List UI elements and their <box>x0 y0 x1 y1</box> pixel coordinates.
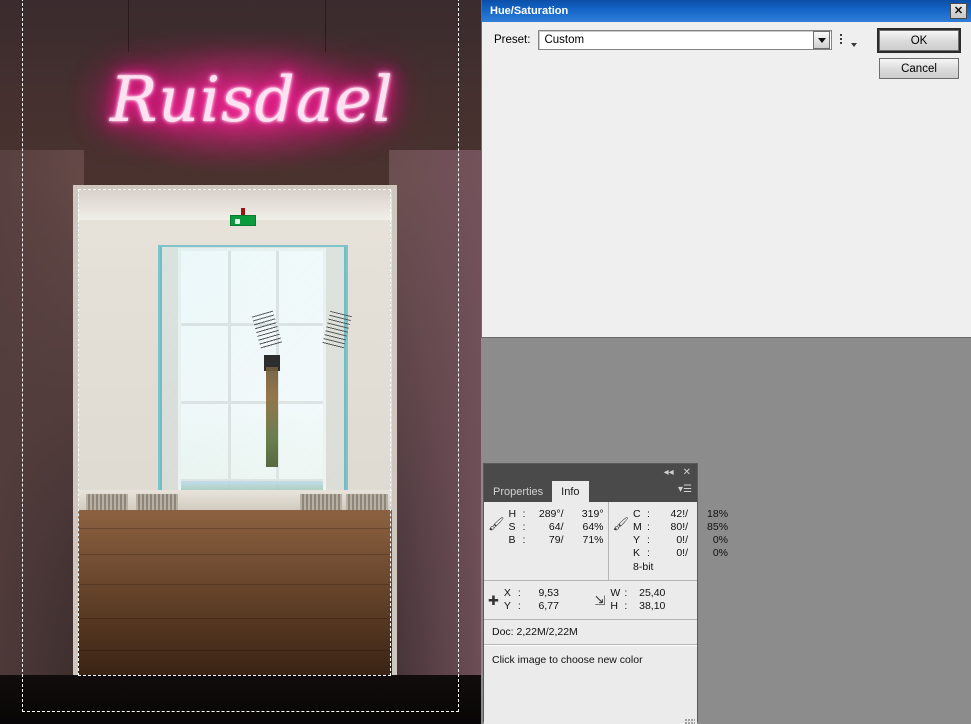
cmyk-readout: 🖌 C:42!/18% M:80!/85% Y:0!/0% K:0!/0% 8-… <box>607 502 733 580</box>
dialog-buttons: OK Cancel <box>877 28 961 86</box>
close-icon[interactable]: ✕ <box>683 467 691 478</box>
preset-label: Preset: <box>494 34 531 46</box>
wall-right <box>389 150 481 690</box>
lightness-label: Lightness: <box>887 202 971 214</box>
cancel-button[interactable]: Cancel <box>879 58 959 79</box>
emergency-exit-sign <box>230 215 256 226</box>
cmyk-values: C:42!/18% M:80!/85% Y:0!/0% K:0!/0% 8-bi… <box>633 508 729 573</box>
resize-grip[interactable] <box>685 719 695 724</box>
geometry-readouts: ✚ X:9,53 Y:6,77 ⇲ W:25,40 H:38,10 <box>484 581 697 620</box>
status-hint: Click image to choose new color <box>484 645 697 724</box>
panel-menu-icon[interactable]: ▾☰ <box>678 485 692 495</box>
ok-button[interactable]: OK <box>877 28 961 53</box>
marquee-size-icon: ⇲ <box>594 593 606 608</box>
chevron-down-icon <box>813 31 831 49</box>
hsb-readout: 🖌 H:289°/319° S:64/64% B:79/71% <box>484 502 608 580</box>
panel-tabstrip: Properties Info ▾☰ <box>484 481 697 502</box>
photo-gallery-neon: Ruisdael <box>0 0 481 724</box>
crosshair-icon: ✚ <box>488 593 499 608</box>
hue-label: Hue: <box>887 106 971 118</box>
wall-left <box>0 150 84 690</box>
document-size-line: Doc: 2,22M/2,22M <box>484 620 697 645</box>
color-readouts: 🖌 H:289°/319° S:64/64% B:79/71% 🖌 C:42!/… <box>484 502 728 581</box>
gallery-floor <box>78 510 392 675</box>
dialog-titlebar: Hue/Saturation ✕ <box>482 0 971 22</box>
tab-properties[interactable]: Properties <box>484 481 552 502</box>
preset-value: Custom <box>544 34 585 46</box>
collapse-icon[interactable]: ◂◂ <box>664 467 674 478</box>
hsb-values: H:289°/319° S:64/64% B:79/71% <box>508 508 604 546</box>
dimension-values: W:25,40 H:38,10 <box>610 587 666 612</box>
dialog-title: Hue/Saturation <box>490 5 569 17</box>
tab-info[interactable]: Info <box>552 481 589 502</box>
preset-dropdown[interactable]: Custom <box>538 30 833 50</box>
cursor-position-readout: ✚ X:9,53 Y:6,77 <box>484 581 591 619</box>
vitrine-object <box>266 367 278 467</box>
close-icon[interactable]: ✕ <box>950 3 967 19</box>
photoshop-screen: Ruisdael Hue/Saturation ✕ Preset: Custom… <box>0 0 971 724</box>
gallery-doorway <box>78 190 392 675</box>
foreground-floor <box>0 675 481 724</box>
position-values: X:9,53 Y:6,77 <box>503 587 559 612</box>
bit-depth: 8-bit <box>633 561 654 573</box>
neon-sign-text: Ruisdael <box>110 63 394 136</box>
status-hint-text: Click image to choose new color <box>492 654 643 666</box>
panel-header: ◂◂ ✕ <box>484 464 697 481</box>
hue-saturation-dialog: Hue/Saturation ✕ Preset: Custom OK Cance… <box>481 0 971 338</box>
saturation-label: Saturation: <box>887 154 971 166</box>
info-panel: ◂◂ ✕ Properties Info ▾☰ 🖌 H:289°/319° S:… <box>483 463 728 724</box>
selection-size-readout: ⇲ W:25,40 H:38,10 <box>591 581 698 619</box>
eyedropper-icon[interactable]: 🖌 <box>613 508 630 574</box>
preset-options-icon[interactable] <box>840 32 858 48</box>
neon-sign: Ruisdael <box>76 35 409 167</box>
eyedropper-icon[interactable]: 🖌 <box>488 508 505 574</box>
image-canvas[interactable]: Ruisdael <box>0 0 481 724</box>
hanger-right <box>322 310 352 350</box>
hanger-left <box>251 310 283 350</box>
